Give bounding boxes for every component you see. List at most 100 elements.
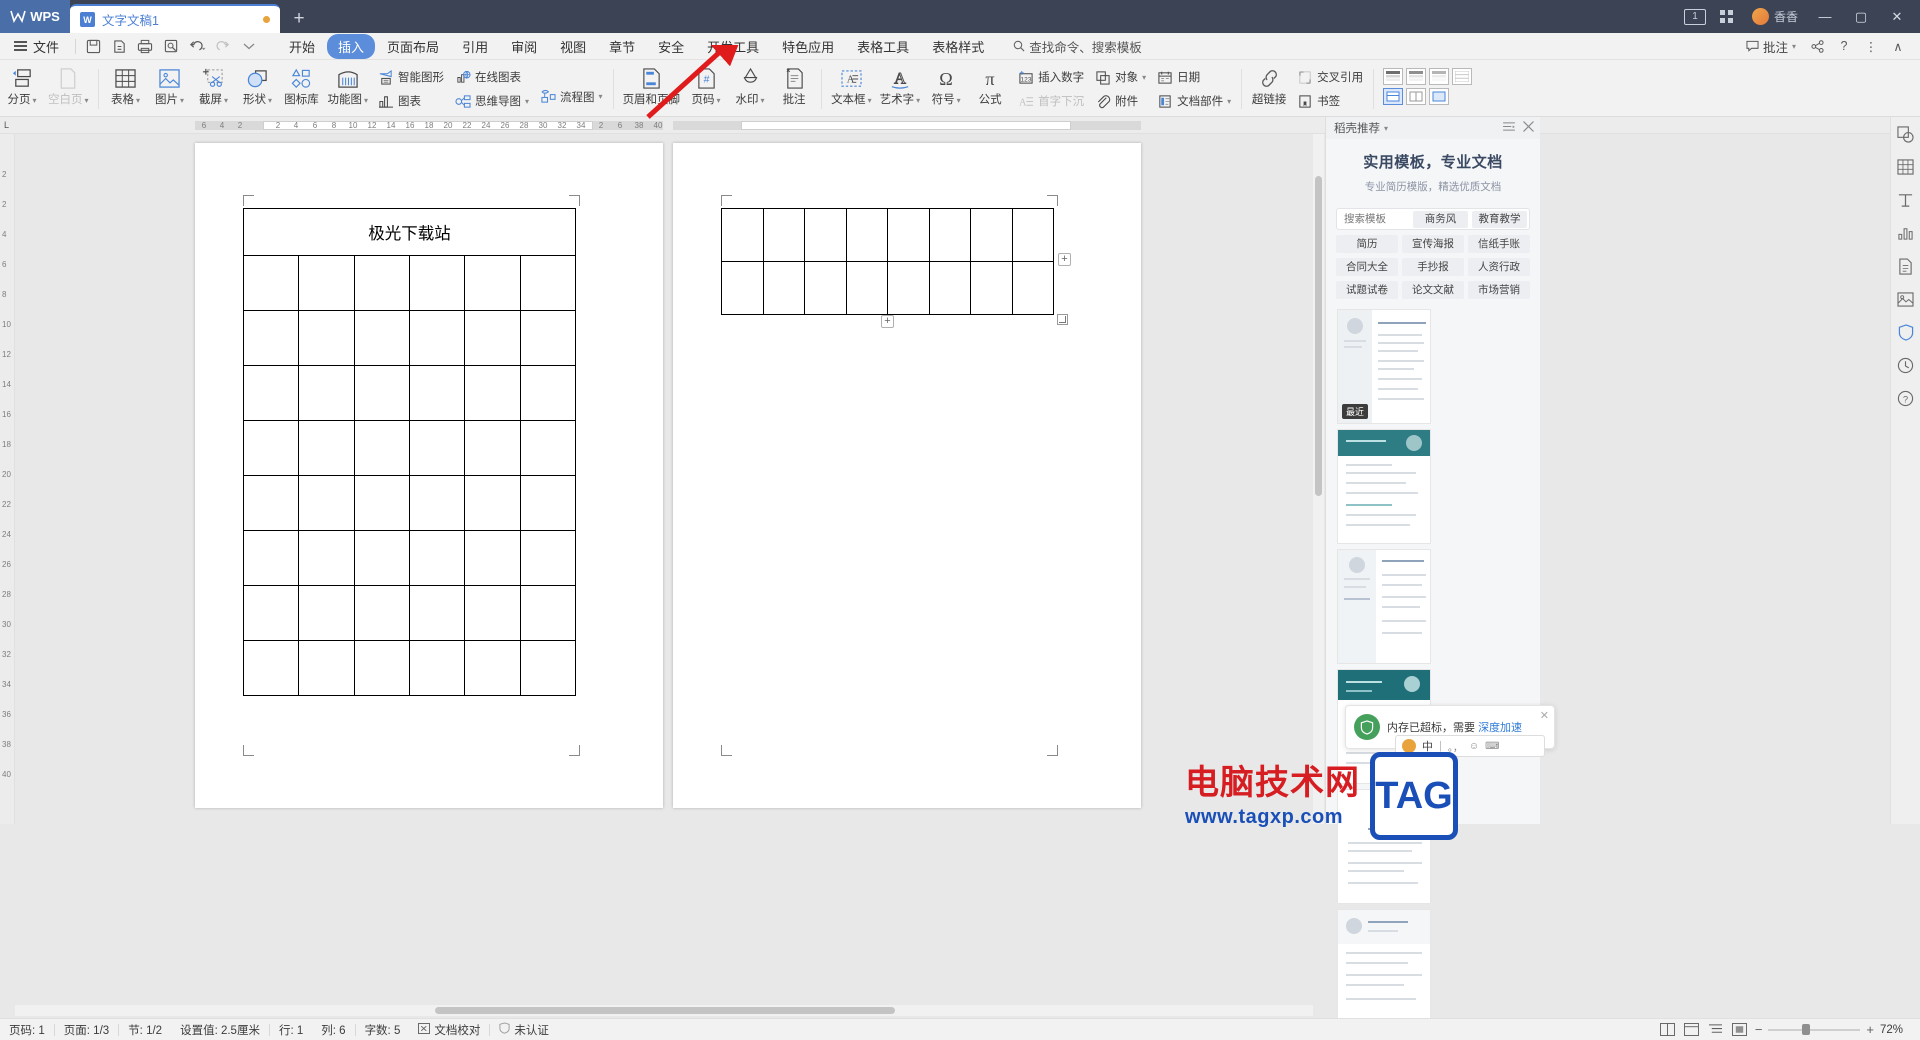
history-panel-icon[interactable] (1895, 354, 1917, 376)
document-tab[interactable]: W 文字文稿1 (70, 4, 280, 33)
table-cell[interactable] (353, 530, 410, 586)
table-cell[interactable] (298, 475, 355, 531)
status-section[interactable]: 节: 1/2 (119, 1022, 171, 1038)
page-view-icon[interactable] (1659, 1022, 1677, 1037)
table-cell[interactable] (464, 365, 521, 421)
tab-review[interactable]: 审阅 (500, 34, 548, 59)
document-page-2[interactable]: + + (673, 143, 1141, 808)
tab-section[interactable]: 章节 (598, 34, 646, 59)
document-page-1[interactable]: 极光下载站 (195, 143, 663, 808)
table-panel-icon[interactable] (1895, 156, 1917, 178)
table-style-preset-6[interactable] (1406, 88, 1427, 105)
table-style-preset-3[interactable] (1429, 68, 1450, 85)
table-cell[interactable] (928, 261, 971, 315)
doc-panel-icon[interactable] (1895, 255, 1917, 277)
toast-action-link[interactable]: 深度加速 (1478, 722, 1522, 734)
status-row[interactable]: 行: 1 (270, 1022, 312, 1038)
table-cell[interactable] (928, 208, 971, 262)
toast-close-icon[interactable]: ✕ (1540, 709, 1549, 722)
table-cell[interactable] (408, 585, 466, 641)
ribbon-button-wordart[interactable]: A 艺术字 ▾ (876, 62, 925, 115)
table-cell[interactable] (298, 255, 355, 311)
horizontal-scrollbar-thumb[interactable] (435, 1007, 895, 1014)
table-row[interactable] (721, 261, 1054, 315)
table-cell[interactable] (464, 420, 521, 476)
ribbon-button-chart[interactable]: 图表 (372, 90, 449, 112)
table-resize-handle[interactable] (1057, 314, 1068, 325)
list-icon[interactable] (1503, 121, 1515, 135)
chart-panel-icon[interactable] (1895, 222, 1917, 244)
table-row[interactable] (242, 585, 577, 641)
ribbon-button-cross-reference[interactable]: 交叉引用 (1291, 66, 1368, 88)
template-thumbnail[interactable] (1337, 429, 1431, 544)
table-cell[interactable] (408, 310, 466, 366)
file-menu-button[interactable]: 文件 (0, 37, 71, 56)
table-cell[interactable] (353, 365, 410, 421)
category-exam[interactable]: 试题试卷 (1336, 281, 1398, 299)
table-cell[interactable] (887, 261, 930, 315)
table-cell[interactable] (519, 420, 577, 476)
table-cell[interactable] (845, 208, 888, 262)
new-tab-button[interactable]: + (280, 4, 318, 33)
status-proofread[interactable]: 文档校对 (409, 1022, 489, 1038)
ribbon-button-smartart[interactable]: 智能图形 (372, 66, 449, 88)
table-cell[interactable] (464, 310, 521, 366)
table-cell[interactable] (519, 310, 577, 366)
table-cell[interactable] (353, 475, 410, 531)
table-cell[interactable] (298, 420, 355, 476)
table-cell[interactable] (464, 255, 521, 311)
table-cell[interactable] (762, 208, 805, 262)
ribbon-button-header-footer[interactable]: 页眉和页脚 (619, 62, 685, 115)
text-panel-icon[interactable] (1895, 189, 1917, 211)
search-chip-business[interactable]: 商务风 (1413, 210, 1468, 228)
status-page-count[interactable]: 页面: 1/3 (55, 1022, 118, 1038)
table-cell[interactable] (1011, 208, 1054, 262)
ribbon-button-function-chart[interactable]: 功能图 ▾ (324, 62, 373, 115)
command-search[interactable]: 查找命令、搜索模板 (1013, 37, 1142, 56)
ribbon-button-watermark[interactable]: 水印 ▾ (728, 62, 772, 115)
table-cell[interactable] (353, 310, 410, 366)
table-cell[interactable] (353, 420, 410, 476)
horizontal-scrollbar[interactable] (15, 1005, 1313, 1016)
table-cell[interactable] (887, 208, 930, 262)
zoom-track[interactable] (1768, 1024, 1861, 1035)
ribbon-button-equation[interactable]: π 公式 (968, 62, 1012, 115)
table-cell[interactable] (298, 310, 355, 366)
table-cell[interactable] (762, 261, 805, 315)
template-search-row[interactable]: 商务风 教育教学 (1336, 208, 1530, 230)
document-table-page2[interactable] (721, 208, 1054, 315)
table-row[interactable] (242, 255, 577, 311)
outline-view-icon[interactable] (1707, 1022, 1725, 1037)
print-icon[interactable] (132, 34, 158, 58)
table-cell[interactable] (408, 365, 466, 421)
table-cell[interactable] (298, 365, 355, 421)
account-area[interactable]: 香香 (1744, 8, 1806, 25)
ribbon-button-flowchart[interactable]: 流程图 ▾ (534, 86, 608, 108)
ribbon-button-date[interactable]: 日期 (1151, 66, 1236, 88)
table-cell[interactable] (298, 585, 355, 641)
ribbon-button-page-break[interactable]: 分页 ▾ (0, 62, 44, 115)
table-cell[interactable] (721, 208, 764, 262)
vertical-scrollbar-thumb[interactable] (1315, 176, 1322, 496)
ribbon-button-picture[interactable]: 图片 ▾ (148, 62, 192, 115)
tab-page-layout[interactable]: 页面布局 (376, 34, 450, 59)
tab-start[interactable]: 开始 (278, 34, 326, 59)
ribbon-button-drop-cap[interactable]: A 首字下沉 (1012, 90, 1089, 112)
horizontal-ruler[interactable]: L 6 4 2 2 4 6 8 10 12 14 16 18 20 22 24 … (0, 117, 1920, 134)
category-hr[interactable]: 人资行政 (1468, 258, 1530, 276)
table-cell[interactable] (464, 640, 521, 696)
table-cell[interactable] (408, 640, 466, 696)
ribbon-button-shapes[interactable]: 形状 ▾ (236, 62, 280, 115)
table-cell[interactable] (242, 640, 300, 696)
table-row[interactable] (242, 365, 577, 421)
table-title-cell[interactable]: 极光下载站 (243, 208, 576, 256)
tab-table-tools[interactable]: 表格工具 (846, 34, 920, 59)
table-row[interactable] (242, 310, 577, 366)
table-cell[interactable] (298, 530, 355, 586)
ribbon-button-page-number[interactable]: # 页码 ▾ (684, 62, 728, 115)
table-cell[interactable] (519, 365, 577, 421)
category-resume[interactable]: 简历 (1336, 235, 1398, 253)
table-cell[interactable] (464, 530, 521, 586)
table-row[interactable] (721, 208, 1054, 262)
ribbon-button-table[interactable]: 表格 ▾ (104, 62, 148, 115)
